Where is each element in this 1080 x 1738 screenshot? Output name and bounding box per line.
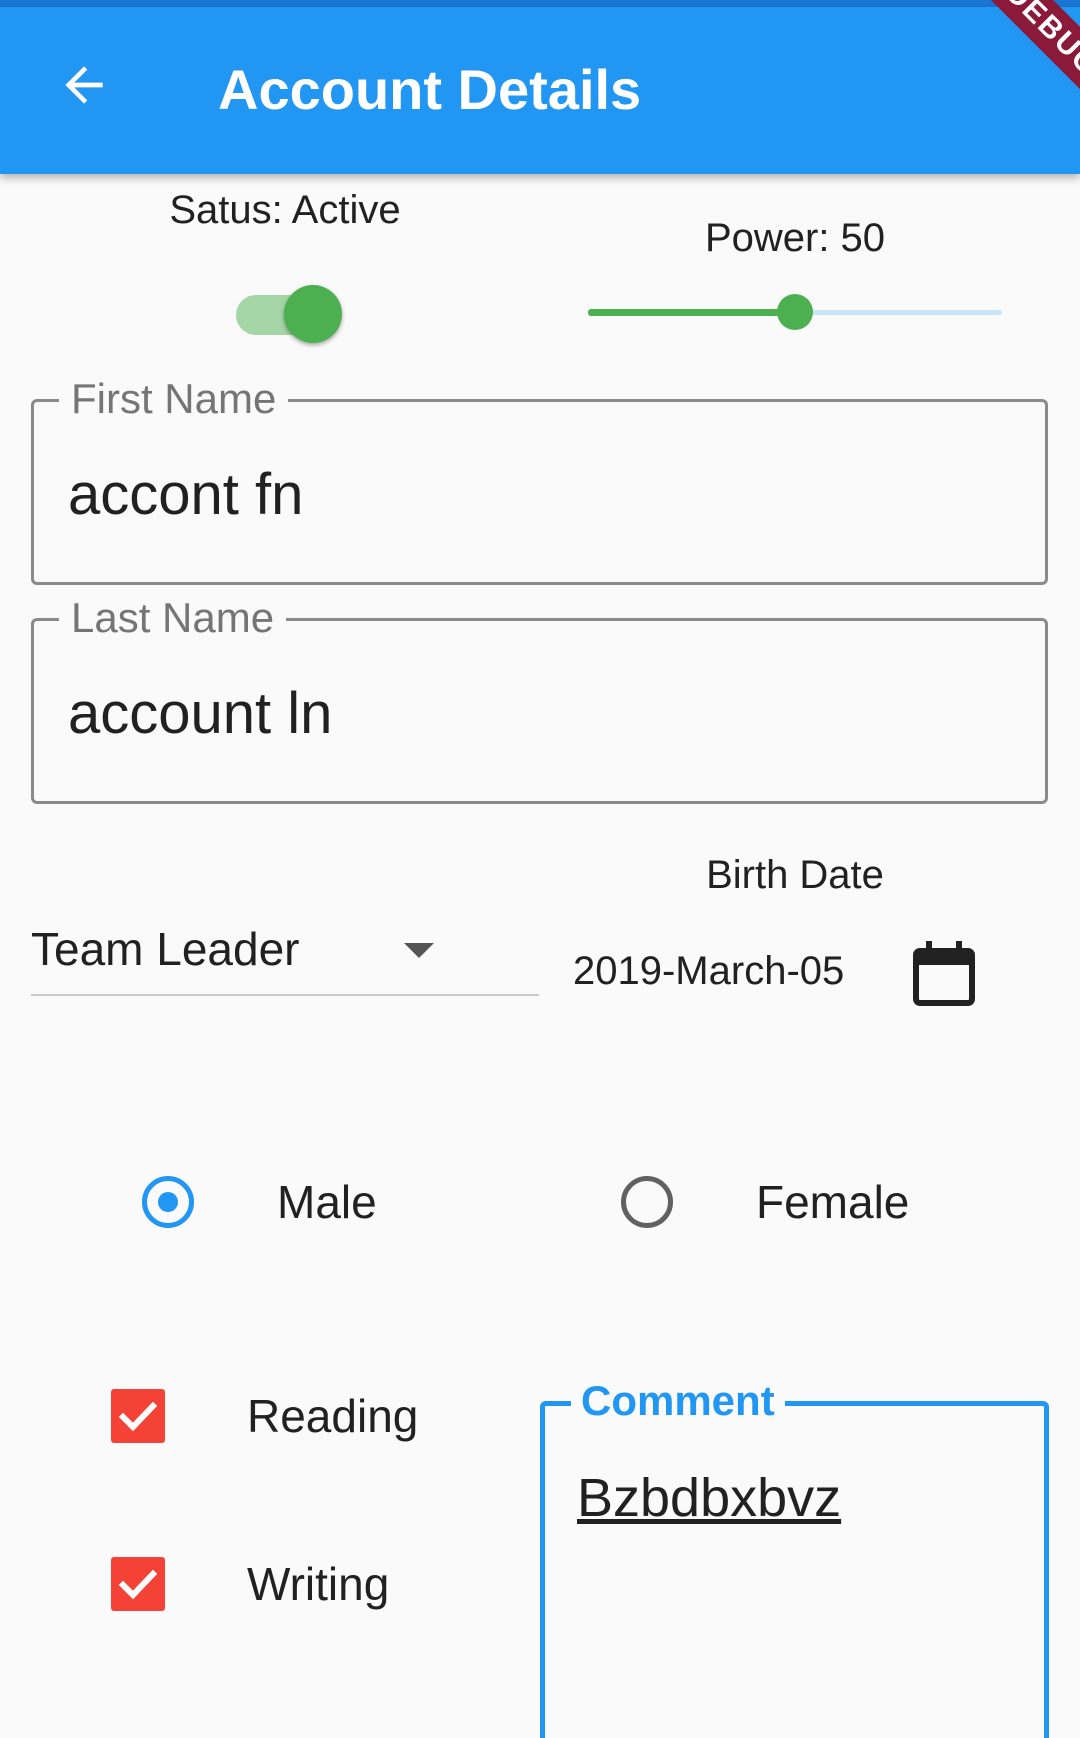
birth-date-label: Birth Date [706,853,884,897]
reading-checkbox[interactable] [111,1389,165,1443]
last-name-value: account ln [68,681,333,746]
app-bar: Account Details [0,7,1080,174]
role-dropdown-value: Team Leader [31,923,300,975]
power-label: Power: 50 [704,216,886,260]
arrow-drop-down-icon [404,943,434,958]
first-name-value: accont fn [68,462,304,527]
radio-selected-icon [142,1176,194,1228]
slider-thumb[interactable] [777,294,813,330]
comment-field[interactable]: Comment Bzbdbxbvz [540,1376,1049,1738]
gender-female-label: Female [756,1176,910,1228]
gender-option-female[interactable]: Female [621,1176,941,1228]
gender-male-label: Male [277,1176,377,1228]
switch-thumb [284,285,342,343]
first-name-label: First Name [59,374,289,425]
last-name-field[interactable]: Last Name account ln [31,593,1048,804]
birth-date-value: 2019-March-05 [573,949,845,993]
radio-dot [158,1192,178,1212]
first-name-field[interactable]: First Name accont fn [31,374,1048,585]
role-dropdown[interactable]: Team Leader [31,910,539,996]
slider-active-track [588,309,795,316]
comment-value: Bzbdbxbvz [577,1468,842,1528]
calendar-button[interactable] [906,935,982,1011]
comment-label: Comment [571,1376,785,1427]
writing-label: Writing [247,1558,390,1610]
calendar-icon [906,941,982,1015]
last-name-label: Last Name [59,593,287,644]
status-switch[interactable] [234,285,344,343]
reading-label: Reading [247,1390,419,1442]
check-icon [111,1401,165,1447]
check-icon [111,1569,165,1615]
status-label: Satus: Active [169,188,401,232]
arrow-back-icon [56,57,112,118]
power-slider[interactable] [588,290,1002,334]
account-details-screen: Account Details DEBUG Satus: Active Powe… [0,0,1080,1738]
status-bar-strip [0,0,1080,7]
gender-option-male[interactable]: Male [142,1176,442,1228]
writing-checkbox[interactable] [111,1557,165,1611]
radio-unselected-icon [621,1176,673,1228]
back-button[interactable] [44,47,124,127]
page-title: Account Details [218,58,642,121]
